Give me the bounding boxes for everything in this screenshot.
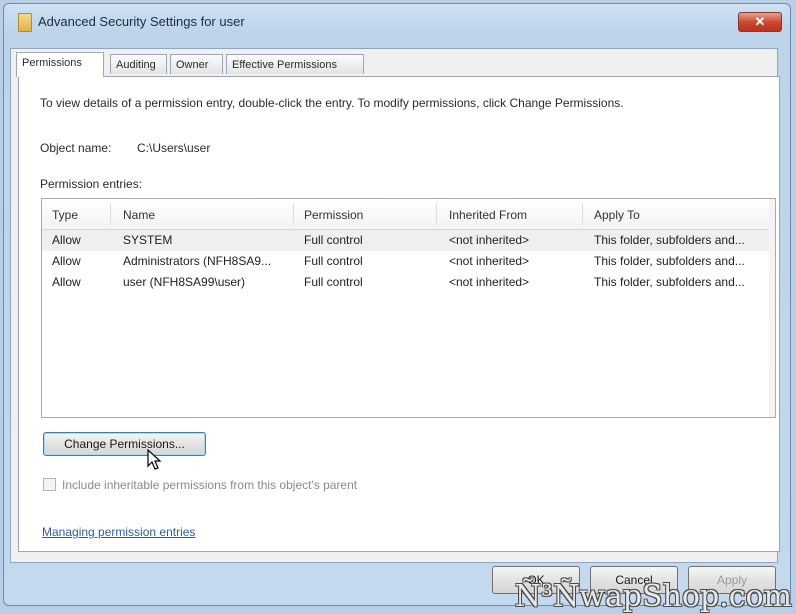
tab-label: Permissions <box>22 57 82 69</box>
table-row[interactable]: Allow SYSTEM Full control <not inherited… <box>42 230 775 251</box>
instructions-text: To view details of a permission entry, d… <box>40 96 624 110</box>
column-header-apply-to[interactable]: Apply To <box>594 208 640 222</box>
cell-permission: Full control <box>304 233 363 247</box>
column-divider[interactable] <box>293 203 294 225</box>
permission-entries-list[interactable]: Type Name Permission Inherited From Appl… <box>41 198 776 418</box>
cell-apply-to: This folder, subfolders and... <box>594 233 745 247</box>
cell-apply-to: This folder, subfolders and... <box>594 254 745 268</box>
inherit-permissions-checkbox[interactable] <box>43 478 56 491</box>
change-permissions-label: Change Permissions... <box>64 437 185 451</box>
permission-entries-label: Permission entries: <box>40 177 143 191</box>
cell-type: Allow <box>52 254 81 268</box>
object-name-label: Object name: <box>40 141 112 155</box>
title-bar[interactable]: Advanced Security Settings for user ✕ <box>4 4 790 40</box>
cell-inherited-from: <not inherited> <box>449 275 530 289</box>
column-divider[interactable] <box>582 203 583 225</box>
table-row[interactable]: Allow user (NFH8SA99\user) Full control … <box>42 272 775 293</box>
inherit-permissions-label: Include inheritable permissions from thi… <box>62 478 358 492</box>
watermark: Ñ³ÑwapShop.com <box>514 579 792 614</box>
tab-permissions[interactable]: Permissions <box>16 52 104 77</box>
object-name-value: C:\Users\user <box>137 141 211 155</box>
tab-effective-permissions[interactable]: Effective Permissions <box>226 54 364 74</box>
column-header-type[interactable]: Type <box>52 208 78 222</box>
tab-auditing[interactable]: Auditing <box>110 54 167 74</box>
tab-label: Owner <box>176 59 209 71</box>
table-row[interactable]: Allow Administrators (NFH8SA9... Full co… <box>42 251 775 272</box>
cell-permission: Full control <box>304 275 363 289</box>
tab-owner[interactable]: Owner <box>170 54 223 74</box>
managing-permission-entries-link[interactable]: Managing permission entries <box>42 525 195 539</box>
cell-permission: Full control <box>304 254 363 268</box>
change-permissions-button[interactable]: Change Permissions... <box>43 432 206 456</box>
column-divider[interactable] <box>110 203 111 225</box>
close-button[interactable]: ✕ <box>738 12 782 32</box>
column-divider[interactable] <box>436 203 437 225</box>
window-title: Advanced Security Settings for user <box>38 14 245 29</box>
cell-name: SYSTEM <box>123 233 173 247</box>
column-header-permission[interactable]: Permission <box>304 208 363 222</box>
cell-name: Administrators (NFH8SA9... <box>123 254 272 268</box>
cell-inherited-from: <not inherited> <box>449 233 530 247</box>
cell-type: Allow <box>52 275 81 289</box>
tab-label: Auditing <box>116 59 156 71</box>
cell-type: Allow <box>52 233 81 247</box>
cell-name: user (NFH8SA99\user) <box>123 275 246 289</box>
tab-label: Effective Permissions <box>232 59 337 71</box>
cell-apply-to: This folder, subfolders and... <box>594 275 745 289</box>
column-header-name[interactable]: Name <box>123 208 155 222</box>
list-edge <box>769 199 775 417</box>
mouse-cursor-icon <box>147 449 162 470</box>
folder-icon <box>18 13 32 32</box>
close-icon: ✕ <box>754 14 766 29</box>
list-header: Type Name Permission Inherited From Appl… <box>42 199 775 230</box>
cell-inherited-from: <not inherited> <box>449 254 530 268</box>
column-header-inherited-from[interactable]: Inherited From <box>449 208 527 222</box>
